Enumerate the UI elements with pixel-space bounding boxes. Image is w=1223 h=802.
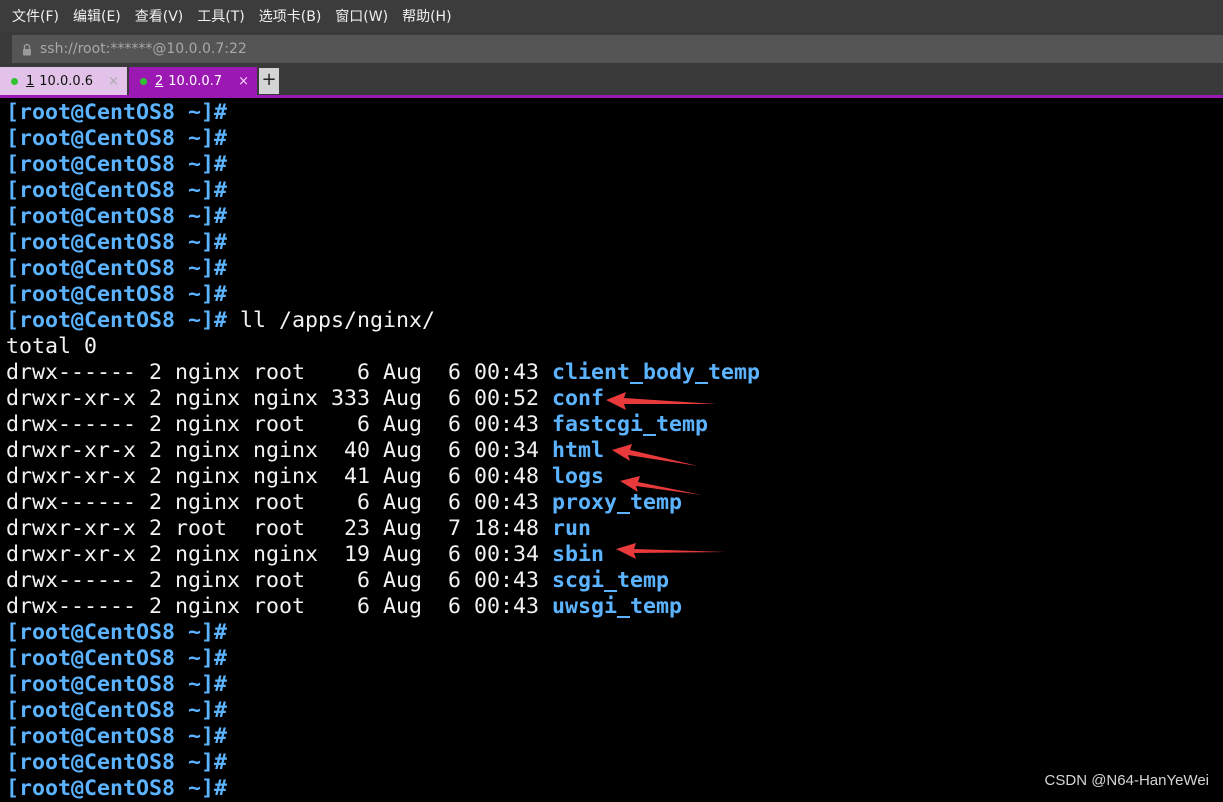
listing-meta: drwx------ 2 nginx root 6 Aug 6 00:43 [6, 490, 553, 515]
active-tab-indicator [0, 95, 1223, 98]
listing-meta: drwx------ 2 nginx root 6 Aug 6 00:43 [6, 594, 553, 619]
prompt-line: [root@CentOS8 ~]# [6, 750, 1216, 776]
total-text: total 0 [6, 334, 98, 359]
listing-row: drwxr-xr-x 2 nginx nginx 19 Aug 6 00:34 … [6, 542, 1216, 568]
directory-name: proxy_temp [552, 490, 683, 515]
directory-name: sbin [552, 542, 605, 567]
watermark: CSDN @N64-HanYeWei [1044, 772, 1209, 789]
shell-prompt: [root@CentOS8 ~]# [6, 204, 228, 229]
listing-row: drwx------ 2 nginx root 6 Aug 6 00:43 pr… [6, 490, 1216, 516]
directory-name: uwsgi_temp [552, 594, 683, 619]
menu-edit[interactable]: 编辑(E) [73, 6, 121, 26]
shell-prompt: [root@CentOS8 ~]# [6, 672, 228, 697]
directory-name: logs [552, 464, 605, 489]
tab-bar: 1 10.0.0.6 × 2 10.0.0.7 × + [0, 66, 1223, 95]
prompt-line: [root@CentOS8 ~]# [6, 204, 1216, 230]
prompt-line: [root@CentOS8 ~]# [6, 100, 1216, 126]
tab-label: 10.0.0.6 [39, 73, 94, 89]
address-field[interactable]: ssh://root:******@10.0.0.7:22 [12, 35, 1223, 63]
prompt-line: [root@CentOS8 ~]# [6, 698, 1216, 724]
prompt-line: [root@CentOS8 ~]# [6, 230, 1216, 256]
close-icon[interactable]: × [238, 74, 249, 89]
close-icon[interactable]: × [108, 74, 119, 89]
menu-bar: 文件(F) 编辑(E) 查看(V) 工具(T) 选项卡(B) 窗口(W) 帮助(… [0, 0, 1223, 32]
listing-meta: drwxr-xr-x 2 nginx nginx 40 Aug 6 00:34 [6, 438, 553, 463]
prompt-line: [root@CentOS8 ~]# [6, 724, 1216, 750]
shell-prompt: [root@CentOS8 ~]# [6, 724, 228, 749]
prompt-line: [root@CentOS8 ~]# [6, 178, 1216, 204]
listing-meta: drwxr-xr-x 2 nginx nginx 333 Aug 6 00:52 [6, 386, 553, 411]
total-line: total 0 [6, 334, 1216, 360]
tab-number: 1 [26, 73, 35, 89]
listing-meta: drwx------ 2 nginx root 6 Aug 6 00:43 [6, 412, 553, 437]
listing-row: drwx------ 2 nginx root 6 Aug 6 00:43 cl… [6, 360, 1216, 386]
menu-tools[interactable]: 工具(T) [197, 6, 244, 26]
prompt-line: [root@CentOS8 ~]# [6, 620, 1216, 646]
new-tab-button[interactable]: + [259, 68, 279, 94]
directory-name: html [552, 438, 605, 463]
prompt-line: [root@CentOS8 ~]# [6, 776, 1216, 802]
shell-prompt: [root@CentOS8 ~]# [6, 698, 228, 723]
tab-label: 10.0.0.7 [168, 73, 223, 89]
prompt-line: [root@CentOS8 ~]# [6, 126, 1216, 152]
directory-name: scgi_temp [552, 568, 670, 593]
listing-row: drwx------ 2 nginx root 6 Aug 6 00:43 sc… [6, 568, 1216, 594]
directory-name: fastcgi_temp [552, 412, 709, 437]
listing-meta: drwxr-xr-x 2 nginx nginx 19 Aug 6 00:34 [6, 542, 553, 567]
connected-status-icon [140, 77, 147, 85]
menu-view[interactable]: 查看(V) [135, 6, 184, 26]
tab-number: 2 [155, 73, 164, 89]
session-address: ssh://root:******@10.0.0.7:22 [40, 41, 247, 57]
shell-prompt: [root@CentOS8 ~]# [6, 308, 228, 333]
listing-row: drwxr-xr-x 2 nginx nginx 41 Aug 6 00:48 … [6, 464, 1216, 490]
directory-name: client_body_temp [552, 360, 761, 385]
shell-prompt: [root@CentOS8 ~]# [6, 776, 228, 801]
tab-session-2[interactable]: 2 10.0.0.7 × [129, 67, 257, 95]
prompt-line: [root@CentOS8 ~]# ll /apps/nginx/ [6, 308, 1216, 334]
listing-row: drwxr-xr-x 2 nginx nginx 333 Aug 6 00:52… [6, 386, 1216, 412]
listing-row: drwxr-xr-x 2 nginx nginx 40 Aug 6 00:34 … [6, 438, 1216, 464]
menu-tabs[interactable]: 选项卡(B) [259, 6, 322, 26]
shell-prompt: [root@CentOS8 ~]# [6, 282, 228, 307]
listing-meta: drwx------ 2 nginx root 6 Aug 6 00:43 [6, 360, 553, 385]
tab-session-1[interactable]: 1 10.0.0.6 × [0, 67, 127, 95]
listing-meta: drwx------ 2 nginx root 6 Aug 6 00:43 [6, 568, 553, 593]
prompt-line: [root@CentOS8 ~]# [6, 256, 1216, 282]
shell-prompt: [root@CentOS8 ~]# [6, 646, 228, 671]
prompt-line: [root@CentOS8 ~]# [6, 672, 1216, 698]
menu-window[interactable]: 窗口(W) [335, 6, 388, 26]
shell-prompt: [root@CentOS8 ~]# [6, 178, 228, 203]
prompt-line: [root@CentOS8 ~]# [6, 152, 1216, 178]
listing-row: drwx------ 2 nginx root 6 Aug 6 00:43 fa… [6, 412, 1216, 438]
shell-prompt: [root@CentOS8 ~]# [6, 230, 228, 255]
listing-meta: drwxr-xr-x 2 root root 23 Aug 7 18:48 [6, 516, 553, 541]
listing-meta: drwxr-xr-x 2 nginx nginx 41 Aug 6 00:48 [6, 464, 553, 489]
lock-icon [23, 43, 31, 55]
listing-row: drwx------ 2 nginx root 6 Aug 6 00:43 uw… [6, 594, 1216, 620]
shell-prompt: [root@CentOS8 ~]# [6, 620, 228, 645]
directory-name: run [552, 516, 592, 541]
prompt-line: [root@CentOS8 ~]# [6, 646, 1216, 672]
address-bar: ssh://root:******@10.0.0.7:22 [0, 32, 1223, 66]
listing-row: drwxr-xr-x 2 root root 23 Aug 7 18:48 ru… [6, 516, 1216, 542]
shell-prompt: [root@CentOS8 ~]# [6, 152, 228, 177]
shell-prompt: [root@CentOS8 ~]# [6, 126, 228, 151]
prompt-line: [root@CentOS8 ~]# [6, 282, 1216, 308]
shell-prompt: [root@CentOS8 ~]# [6, 750, 228, 775]
terminal-output[interactable]: [root@CentOS8 ~]# [root@CentOS8 ~]# [root@… [6, 100, 1216, 802]
connected-status-icon [11, 77, 18, 85]
directory-name: conf [552, 386, 605, 411]
menu-help[interactable]: 帮助(H) [402, 6, 451, 26]
menu-file[interactable]: 文件(F) [12, 6, 59, 26]
shell-prompt: [root@CentOS8 ~]# [6, 256, 228, 281]
shell-prompt: [root@CentOS8 ~]# [6, 100, 228, 125]
command-text: ll /apps/nginx/ [227, 308, 436, 333]
